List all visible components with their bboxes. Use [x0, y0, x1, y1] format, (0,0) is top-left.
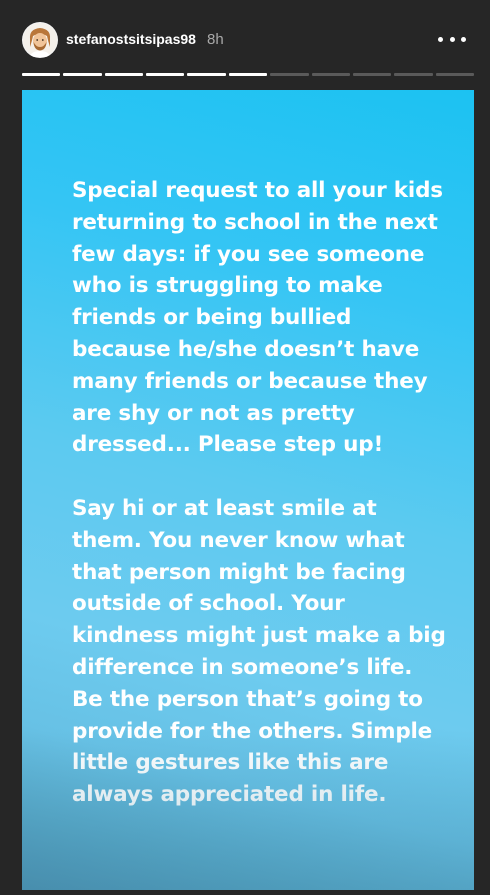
- progress-segment: [228, 73, 268, 76]
- story-content[interactable]: Special request to all your kids returni…: [22, 90, 474, 890]
- progress-segment: [270, 73, 309, 76]
- progress-segment: [311, 73, 350, 76]
- progress-segment: [104, 73, 144, 76]
- story-progress-bar: [22, 73, 474, 76]
- story-text: Special request to all your kids returni…: [72, 175, 452, 811]
- memoji-avatar-icon: [23, 23, 57, 57]
- progress-segment: [352, 73, 392, 76]
- more-options-icon[interactable]: [438, 28, 466, 50]
- story-paragraph-2: Say hi or at least smile at them. You ne…: [72, 495, 446, 808]
- progress-segment: [22, 73, 61, 76]
- progress-segment: [187, 73, 226, 76]
- progress-segment: [435, 73, 474, 76]
- dot: [461, 36, 466, 42]
- post-time: 8h: [207, 31, 224, 48]
- progress-segment: [394, 73, 433, 76]
- dot: [438, 36, 443, 42]
- progress-segment: [146, 73, 185, 76]
- username[interactable]: stefanostsitsipas98: [66, 31, 196, 47]
- story-header: stefanostsitsipas98 8h: [0, 0, 490, 90]
- progress-segment: [63, 73, 102, 76]
- avatar[interactable]: [22, 22, 58, 58]
- dot: [449, 36, 455, 42]
- story-paragraph-1: Special request to all your kids returni…: [72, 178, 443, 458]
